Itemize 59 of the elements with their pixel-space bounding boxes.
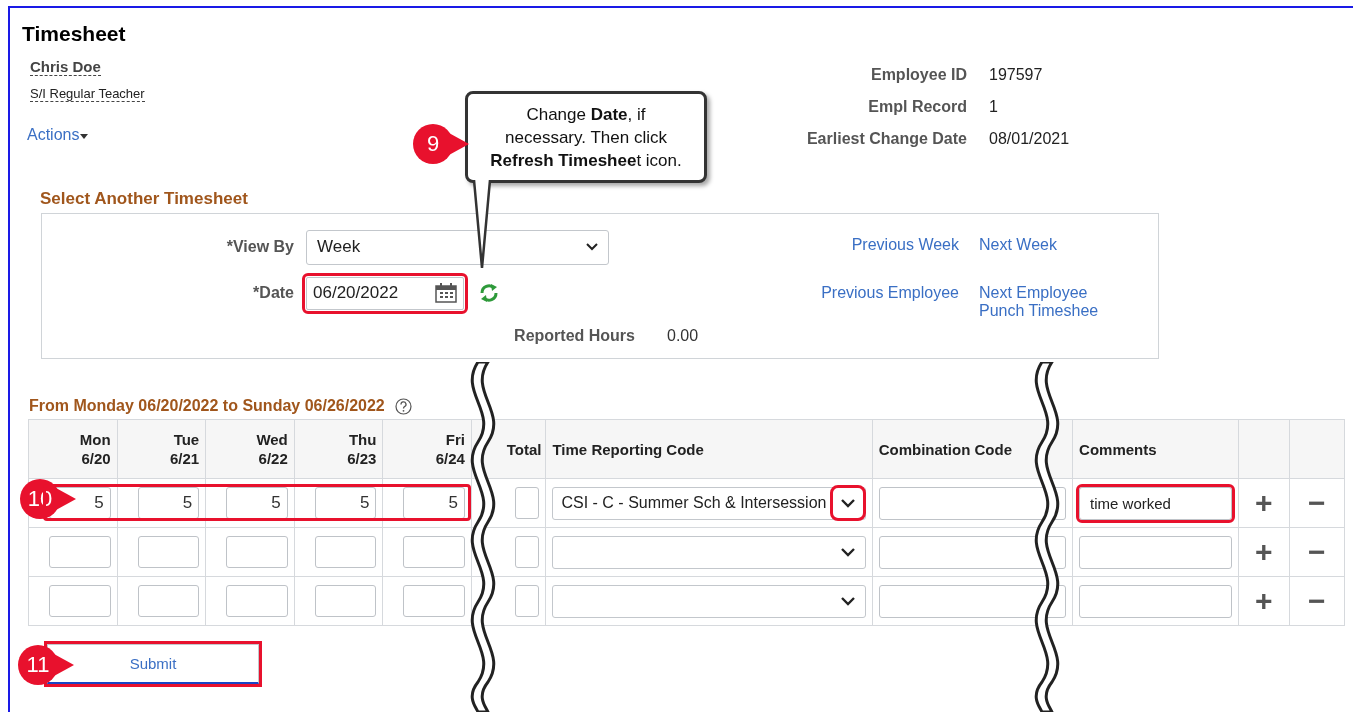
comment-field[interactable] xyxy=(1079,535,1233,569)
hours-field[interactable] xyxy=(49,585,111,617)
dropdown-arrow-icon[interactable] xyxy=(832,488,863,518)
info-label: Employee ID xyxy=(869,66,967,84)
step-tooltip: 9 xyxy=(413,124,469,164)
column-header: Total xyxy=(506,440,542,458)
reported-hours-value: 0.00 xyxy=(667,327,699,345)
column-header: Tue 6/21 xyxy=(170,430,200,468)
field-label: *View By xyxy=(225,238,295,256)
hours-field[interactable] xyxy=(137,585,200,617)
hours-field[interactable]: 5 xyxy=(403,487,465,519)
column-header: Wed 6/22 xyxy=(256,430,288,468)
total-field xyxy=(515,585,540,617)
time-reporting-code-select[interactable]: CSI - C - Summer Sch & Intersession xyxy=(552,486,866,520)
period-heading: From Monday 06/20/2022 to Sunday 06/26/2022 xyxy=(29,397,385,415)
column-header: Time Reporting Code xyxy=(552,440,704,458)
hours-field[interactable]: 5 xyxy=(314,487,377,519)
previous-week-link[interactable]: Previous Week xyxy=(799,236,959,254)
caret-icon xyxy=(80,134,89,139)
column-header: Comments xyxy=(1079,440,1157,458)
hours-field[interactable] xyxy=(226,585,288,617)
comment-field[interactable]: time worked xyxy=(1079,486,1233,520)
help-icon[interactable] xyxy=(394,397,412,415)
info-value: 08/01/2021 xyxy=(989,130,1070,148)
hours-field[interactable] xyxy=(137,536,200,568)
field-label: Reported Hours xyxy=(513,327,636,345)
hours-field[interactable] xyxy=(314,585,377,617)
actions-menu[interactable]: Actions xyxy=(27,126,89,144)
next-week-link[interactable]: Next Week xyxy=(979,236,1099,254)
job-title[interactable]: S/I Regular Teacher xyxy=(30,86,145,102)
hours-field[interactable] xyxy=(403,585,465,617)
info-value: 1 xyxy=(989,98,999,116)
hours-field[interactable] xyxy=(314,536,377,568)
column-header: Fri 6/24 xyxy=(435,430,465,468)
column-header: Mon 6/20 xyxy=(79,430,111,468)
info-label: Empl Record xyxy=(867,98,967,116)
calendar-icon[interactable] xyxy=(435,283,457,303)
page-title: Timesheet xyxy=(22,22,127,47)
callout-text: Change Date, if necessary. Then click Refresh Timesheet icon. xyxy=(490,103,682,172)
column-header: Combination Code xyxy=(878,440,1012,458)
hours-field[interactable] xyxy=(403,536,465,568)
section-title: Select Another Timesheet xyxy=(40,189,249,209)
employee-name[interactable]: Chris Doe xyxy=(30,58,101,76)
field-label: *Date xyxy=(252,284,295,302)
total-field xyxy=(515,536,540,568)
column-header: Thu 6/23 xyxy=(347,430,377,468)
punch-timesheet-link[interactable]: Punch Timeshee xyxy=(979,302,1099,320)
comment-field[interactable] xyxy=(1079,584,1233,618)
hours-field[interactable] xyxy=(49,536,111,568)
info-label: Earliest Change Date xyxy=(805,130,967,148)
info-value: 197597 xyxy=(989,66,1044,84)
hours-field[interactable]: 5 xyxy=(137,487,200,519)
next-employee-link[interactable]: Next Employee xyxy=(979,284,1099,302)
hours-field[interactable] xyxy=(226,536,288,568)
hours-field[interactable]: 5 xyxy=(226,487,288,519)
total-field xyxy=(515,487,540,519)
previous-employee-link[interactable]: Previous Employee xyxy=(799,284,959,302)
chevron-icon[interactable] xyxy=(586,243,598,251)
refresh-icon[interactable] xyxy=(478,282,500,304)
